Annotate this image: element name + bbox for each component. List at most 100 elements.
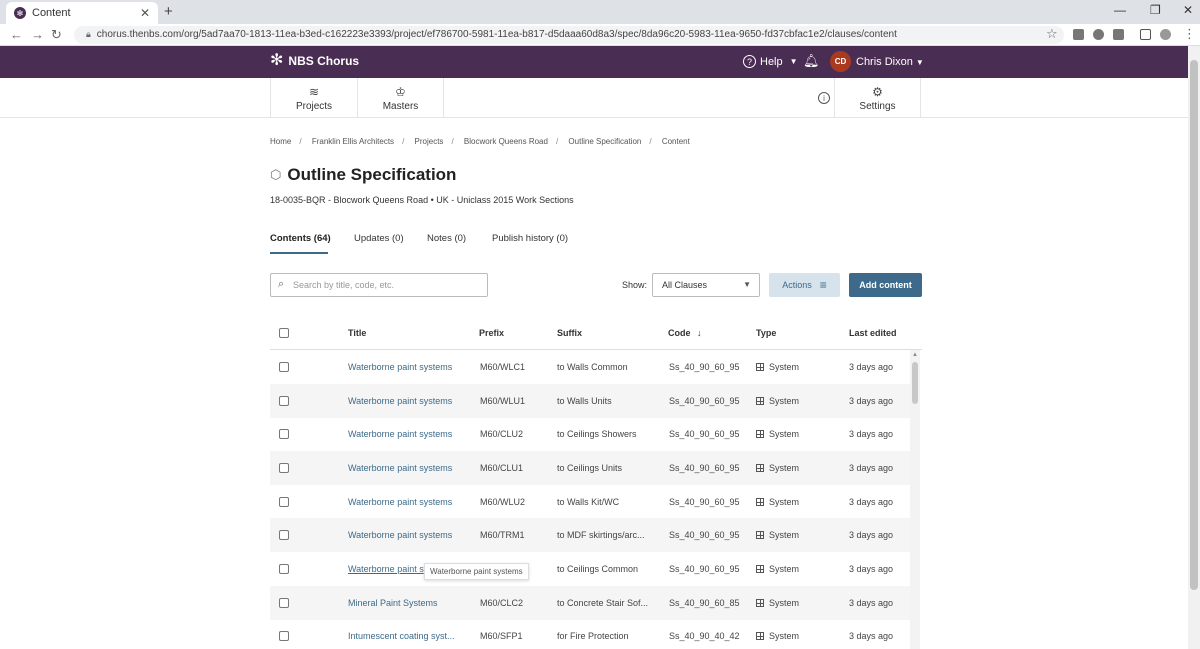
browser-menu-icon[interactable]: ⋮ (1183, 26, 1196, 42)
row-title-link[interactable]: Waterborne paint systems (348, 530, 452, 540)
column-suffix[interactable]: Suffix (557, 328, 582, 338)
new-tab-icon[interactable]: + (164, 3, 173, 20)
row-suffix: to Concrete Stair Sof... (557, 598, 649, 608)
tab-notes[interactable]: Notes (0) (427, 233, 466, 244)
tab-updates[interactable]: Updates (0) (354, 233, 404, 244)
row-checkbox[interactable] (279, 530, 289, 540)
table-row[interactable]: Waterborne paint systems M60/CLU2 to Cei… (270, 417, 910, 451)
row-title-link[interactable]: Waterborne paint s (348, 564, 424, 574)
table-row[interactable]: Waterborne paint systems M60/TRM1 to MDF… (270, 518, 910, 552)
scroll-up-icon[interactable]: ▲ (912, 352, 918, 358)
breadcrumb-current: Content (661, 137, 690, 146)
menu-lines-icon: ≡ (819, 278, 827, 292)
breadcrumb-org[interactable]: Franklin Ellis Architects (312, 137, 394, 146)
column-prefix[interactable]: Prefix (479, 328, 504, 338)
bell-icon[interactable]: 🔔︎ (803, 53, 820, 69)
breadcrumb: Home / Franklin Ellis Architects / Project… (270, 137, 690, 146)
page-title-text: Outline Specification (287, 165, 457, 184)
row-prefix: M60/CLC2 (480, 598, 524, 608)
forward-icon[interactable]: → (31, 27, 44, 42)
extension-icon[interactable] (1073, 29, 1084, 40)
row-prefix: M60/WLU2 (480, 497, 526, 507)
divider (443, 78, 444, 118)
info-icon[interactable]: i (818, 92, 830, 104)
browser-tab[interactable]: ✻ Content ✕ (6, 2, 158, 24)
row-title-link[interactable]: Waterborne paint systems (348, 497, 452, 507)
extension-icon[interactable] (1113, 29, 1124, 40)
page-scrollbar[interactable] (1188, 46, 1200, 649)
row-suffix: to Walls Common (557, 362, 628, 372)
breadcrumb-project[interactable]: Blocwork Queens Road (464, 137, 548, 146)
row-type-label: System (769, 497, 800, 507)
nav-masters[interactable]: ♔ Masters (357, 78, 443, 118)
row-title-link[interactable]: Waterborne paint systems (348, 463, 452, 473)
row-checkbox[interactable] (279, 564, 289, 574)
minimize-window-icon[interactable]: — (1114, 3, 1126, 17)
breadcrumb-projects[interactable]: Projects (415, 137, 444, 146)
row-title-link[interactable]: Waterborne paint systems (348, 396, 452, 406)
url-field[interactable]: 🔒︎ chorus.thenbs.com/org/5ad7aa70-1813-11… (74, 26, 1064, 44)
restore-window-icon[interactable]: ❐ (1150, 3, 1161, 17)
row-title-link[interactable]: Waterborne paint systems (348, 429, 452, 439)
row-checkbox[interactable] (279, 631, 289, 641)
row-last-edited: 3 days ago (849, 497, 894, 507)
row-title-link[interactable]: Waterborne paint systems (348, 362, 452, 372)
table-row[interactable]: Waterborne paint systems M60/WLC1 to Wal… (270, 350, 910, 384)
row-prefix: M60/CLU2 (480, 429, 524, 439)
show-select[interactable]: All Clauses ▼ (652, 273, 760, 297)
nbs-chorus-logo[interactable]: ✻ NBS Chorus (270, 53, 359, 69)
profile-icon[interactable] (1160, 29, 1171, 40)
column-title[interactable]: Title (348, 328, 366, 338)
tab-contents[interactable]: Contents (64) (270, 233, 331, 244)
close-tab-icon[interactable]: ✕ (140, 6, 150, 20)
nav-projects[interactable]: ≋ Projects (270, 78, 357, 118)
row-checkbox[interactable] (279, 463, 289, 473)
table-row[interactable]: Waterborne paint systems M60/WLU2 to Wal… (270, 485, 910, 519)
row-last-edited: 3 days ago (849, 631, 894, 641)
row-checkbox[interactable] (279, 598, 289, 608)
reload-icon[interactable]: ↻ (51, 27, 62, 43)
row-title-link[interactable]: Mineral Paint Systems (348, 598, 438, 608)
browser-tab-title: Content (32, 7, 71, 19)
back-icon[interactable]: ← (10, 27, 23, 42)
row-type: System (756, 564, 799, 574)
nav-masters-label: Masters (382, 101, 419, 112)
add-content-button[interactable]: Add content (849, 273, 922, 297)
help-menu[interactable]: ? Help ▼ (743, 55, 798, 68)
table-row[interactable]: Mineral Paint Systems M60/CLC2 to Concre… (270, 586, 910, 620)
column-code[interactable]: Code ↓ (668, 328, 702, 338)
row-checkbox[interactable] (279, 429, 289, 439)
table-row[interactable]: Waterborne paint systems M60/WLU1 to Wal… (270, 384, 910, 418)
close-window-icon[interactable]: ✕ (1183, 3, 1193, 17)
table-row[interactable]: Waterborne paint s to Ceilings Common Ss… (270, 552, 910, 586)
column-last-edited[interactable]: Last edited (849, 328, 897, 338)
select-all-checkbox[interactable] (279, 328, 289, 338)
dropdown-arrow-icon: ▼ (743, 280, 751, 289)
page-scrollbar-thumb[interactable] (1190, 60, 1198, 590)
cast-icon[interactable] (1140, 29, 1151, 40)
table-scrollbar-thumb[interactable] (912, 362, 918, 404)
avatar[interactable]: CD (830, 51, 851, 72)
row-last-edited: 3 days ago (849, 429, 894, 439)
row-prefix: M60/WLC1 (480, 362, 526, 372)
breadcrumb-home[interactable]: Home (270, 137, 291, 146)
user-menu[interactable]: Chris Dixon ▼ (856, 56, 924, 68)
nav-settings[interactable]: ⚙ Settings (834, 78, 921, 118)
table-scrollbar[interactable]: ▲ (910, 350, 920, 649)
table-row[interactable]: Intumescent coating syst... M60/SFP1 for… (270, 619, 910, 649)
page-subtitle: 18-0035-BQR - Blocwork Queens Road • UK … (270, 195, 574, 205)
tab-publish-history[interactable]: Publish history (0) (492, 233, 568, 244)
search-input[interactable]: ⌕ Search by title, code, etc. (270, 273, 488, 297)
extension-icon[interactable] (1093, 29, 1104, 40)
row-checkbox[interactable] (279, 497, 289, 507)
bookmark-star-icon[interactable]: ☆ (1046, 26, 1058, 42)
title-tooltip: Waterborne paint systems (424, 563, 529, 580)
row-checkbox[interactable] (279, 396, 289, 406)
actions-button[interactable]: Actions ≡ (769, 273, 840, 297)
row-title-link[interactable]: Intumescent coating syst... (348, 631, 455, 641)
breadcrumb-spec[interactable]: Outline Specification (568, 137, 641, 146)
column-type[interactable]: Type (756, 328, 776, 338)
table-row[interactable]: Waterborne paint systems M60/CLU1 to Cei… (270, 451, 910, 485)
row-type: System (756, 396, 799, 406)
row-checkbox[interactable] (279, 362, 289, 372)
